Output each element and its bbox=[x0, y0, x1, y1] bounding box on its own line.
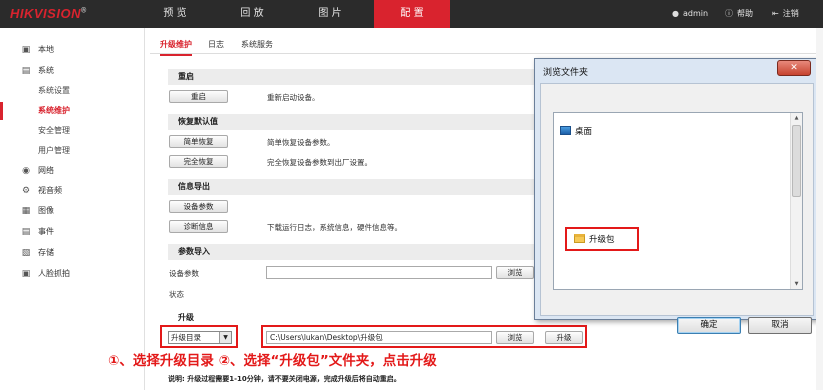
sidebar-item-label: 网络 bbox=[38, 166, 54, 175]
section-export-title: 信息导出 bbox=[168, 179, 538, 195]
sidebar-item-label: 系统 bbox=[38, 66, 54, 75]
help-icon: ⓘ bbox=[725, 9, 733, 18]
tree-scrollbar[interactable]: ▲ ▼ bbox=[790, 113, 802, 289]
nav-tab-playback[interactable]: 回 放 bbox=[222, 0, 282, 28]
registered-mark: ® bbox=[80, 7, 87, 15]
highlight-upgrade-folder bbox=[565, 227, 639, 251]
monitor-icon: ▣ bbox=[21, 45, 31, 55]
instruction-annotation: ①、选择升级目录 ②、选择“升级包”文件夹，点击升级 bbox=[108, 353, 437, 369]
username: admin bbox=[682, 9, 709, 18]
dialog-ok-button[interactable]: 确定 bbox=[677, 317, 741, 334]
sidebar-item-label: 事件 bbox=[38, 227, 54, 236]
sidebar-item-security[interactable]: 安全管理 bbox=[0, 122, 145, 140]
reboot-description: 重新启动设备。 bbox=[267, 93, 320, 102]
close-button[interactable]: ✕ bbox=[777, 60, 811, 76]
dialog-body: 桌面 升级包 ▲ ▼ 确定 取消 bbox=[540, 83, 814, 334]
storage-icon: ▧ bbox=[21, 248, 31, 258]
event-icon: ▤ bbox=[21, 227, 31, 237]
dialog-title: 浏览文件夹 bbox=[543, 68, 589, 78]
import-param-label: 设备参数 bbox=[169, 269, 199, 278]
export-params-button[interactable]: 设备参数 bbox=[169, 200, 228, 213]
sidebar-item-label: 本地 bbox=[38, 45, 54, 54]
tree-item-label: 桌面 bbox=[575, 127, 593, 137]
dialog-cancel-button[interactable]: 取消 bbox=[748, 317, 812, 334]
nav-tab-configuration[interactable]: 配 置 bbox=[374, 0, 450, 28]
sidebar-item-system-maintenance[interactable]: 系统维护 bbox=[0, 102, 145, 120]
tab-divider bbox=[150, 53, 823, 54]
sidebar-item-label: 视音频 bbox=[38, 186, 62, 195]
sidebar-item-system[interactable]: ▤ 系统 bbox=[0, 62, 145, 80]
highlight-upgrade-select bbox=[160, 325, 238, 348]
sidebar-item-image[interactable]: ▦ 图像 bbox=[0, 202, 145, 220]
brand-logo-text: HIKVISION bbox=[10, 6, 81, 21]
sidebar-item-local[interactable]: ▣ 本地 bbox=[0, 41, 145, 59]
user-menu[interactable]: ● admin bbox=[672, 0, 708, 28]
sidebar-item-label: 安全管理 bbox=[38, 126, 70, 135]
sidebar-item-face-capture[interactable]: ▣ 人脸抓拍 bbox=[0, 265, 145, 283]
page-scrollbar[interactable] bbox=[816, 28, 823, 390]
diagnostic-info-description: 下载运行日志，系统信息，硬件信息等。 bbox=[267, 223, 402, 232]
upgrade-note: 说明: 升级过程需要1-10分钟，请不要关闭电源，完成升级后将自动重启。 bbox=[168, 375, 401, 383]
nav-tab-picture[interactable]: 图 片 bbox=[300, 0, 360, 28]
network-icon: ◉ bbox=[22, 166, 30, 176]
highlight-upgrade-path bbox=[261, 325, 587, 348]
logout-icon: ⇤ bbox=[772, 9, 779, 18]
sidebar-item-storage[interactable]: ▧ 存储 bbox=[0, 244, 145, 262]
diagnostic-info-button[interactable]: 诊断信息 bbox=[169, 220, 228, 233]
help-label: 帮助 bbox=[737, 9, 753, 18]
sidebar-item-label: 图像 bbox=[38, 206, 54, 215]
full-restore-button[interactable]: 完全恢复 bbox=[169, 155, 228, 168]
desktop-icon bbox=[560, 126, 571, 135]
logout-label: 注销 bbox=[782, 9, 799, 18]
face-capture-icon: ▣ bbox=[21, 269, 31, 279]
sidebar-item-label: 系统设置 bbox=[38, 86, 70, 95]
sidebar-item-label: 系统维护 bbox=[38, 106, 70, 115]
sidebar-item-event[interactable]: ▤ 事件 bbox=[0, 223, 145, 241]
tree-item-desktop[interactable]: 桌面 bbox=[560, 125, 592, 137]
scroll-up-icon[interactable]: ▲ bbox=[791, 113, 802, 123]
import-status-label: 状态 bbox=[169, 290, 184, 299]
sidebar-item-network[interactable]: ◉ 网络 bbox=[0, 162, 145, 180]
image-icon: ▦ bbox=[21, 206, 31, 216]
scroll-thumb[interactable] bbox=[792, 125, 801, 197]
full-restore-description: 完全恢复设备参数到出厂设置。 bbox=[267, 158, 372, 167]
browse-folder-dialog: 浏览文件夹 ✕ 桌面 升级包 ▲ ▼ 确定 取消 bbox=[534, 58, 818, 334]
sidebar: ▣ 本地 ▤ 系统 系统设置 系统维护 安全管理 用户管理 ◉ 网络 ⚙ 视音频 ▦ 图像… bbox=[0, 28, 145, 390]
sidebar-item-label: 人脸抓拍 bbox=[38, 269, 70, 278]
video-audio-icon: ⚙ bbox=[21, 186, 31, 196]
section-import-title: 参数导入 bbox=[168, 244, 538, 260]
section-reboot-title: 重启 bbox=[168, 69, 538, 85]
simple-restore-description: 简单恢复设备参数。 bbox=[267, 138, 335, 147]
sidebar-item-label: 用户管理 bbox=[38, 146, 70, 155]
section-restore-title: 恢复默认值 bbox=[168, 114, 538, 130]
simple-restore-button[interactable]: 简单恢复 bbox=[169, 135, 228, 148]
folder-tree[interactable]: 桌面 升级包 ▲ ▼ bbox=[553, 112, 803, 290]
logout-link[interactable]: ⇤ 注销 bbox=[772, 0, 799, 28]
import-param-path-input[interactable] bbox=[266, 266, 492, 279]
user-icon: ● bbox=[672, 9, 679, 18]
sidebar-item-video-audio[interactable]: ⚙ 视音频 bbox=[0, 182, 145, 200]
system-icon: ▤ bbox=[21, 66, 31, 76]
reboot-button[interactable]: 重启 bbox=[169, 90, 228, 103]
sidebar-item-system-settings[interactable]: 系统设置 bbox=[0, 82, 145, 100]
brand-logo: HIKVISION® bbox=[10, 6, 87, 21]
scroll-down-icon[interactable]: ▼ bbox=[791, 279, 802, 289]
help-link[interactable]: ⓘ 帮助 bbox=[725, 0, 753, 28]
sidebar-item-label: 存储 bbox=[38, 248, 54, 257]
top-nav-bar: HIKVISION® 预 览 回 放 图 片 配 置 ● admin ⓘ 帮助 ⇤ 注… bbox=[0, 0, 823, 28]
section-upgrade-title: 升级 bbox=[168, 310, 538, 326]
import-browse-button[interactable]: 浏览 bbox=[496, 266, 534, 279]
nav-tab-preview[interactable]: 预 览 bbox=[145, 0, 205, 28]
sidebar-item-user-management[interactable]: 用户管理 bbox=[0, 142, 145, 160]
